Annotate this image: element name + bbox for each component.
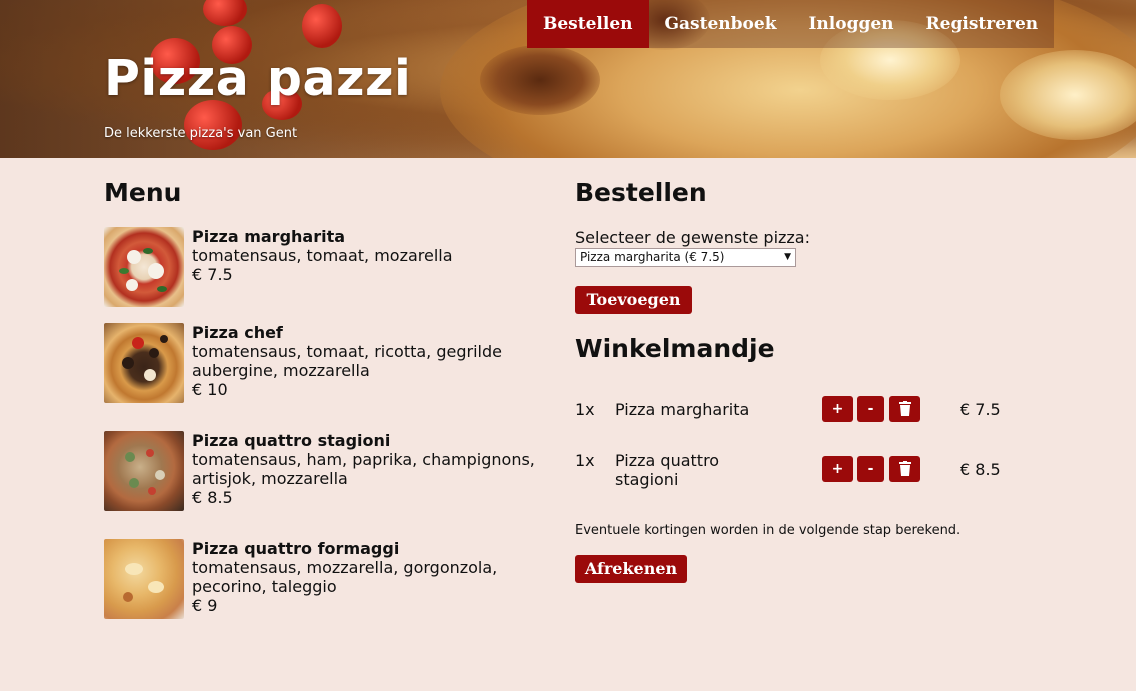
cart-heading: Winkelmandje xyxy=(575,334,775,363)
menu-item-ingredients: tomatensaus, ham, paprika, champignons, … xyxy=(192,450,535,488)
checkout-button[interactable]: Afrekenen xyxy=(575,555,687,583)
trash-icon xyxy=(898,461,911,476)
cart-item-name: Pizza quattro stagioni xyxy=(615,451,720,489)
pizza-thumbnail xyxy=(104,227,184,307)
menu-item: Pizza quattro formaggi tomatensaus, mozz… xyxy=(104,539,554,619)
hero-banner: Pizza pazzi De lekkerste pizza's van Gen… xyxy=(0,0,1136,158)
site-subtitle: De lekkerste pizza's van Gent xyxy=(104,126,298,141)
pizza-thumbnail xyxy=(104,323,184,403)
cart-row: 1x Pizza margharita + - € 7.5 xyxy=(575,396,1035,426)
menu-item-price: € 7.5 xyxy=(192,265,233,284)
menu-item-ingredients: tomatensaus, mozzarella, gorgonzola, pec… xyxy=(192,558,498,596)
menu-item-name: Pizza chef xyxy=(192,323,283,342)
menu-item: Pizza chef tomatensaus, tomaat, ricotta,… xyxy=(104,323,554,403)
order-section: Bestellen Selecteer de gewenste pizza: P… xyxy=(575,178,1035,583)
menu-item-name: Pizza quattro stagioni xyxy=(192,431,391,450)
nav-item-bestellen[interactable]: Bestellen xyxy=(527,0,649,48)
pizza-toppings xyxy=(123,563,164,602)
increase-button[interactable]: + xyxy=(822,456,853,482)
menu-item-text: Pizza quattro stagioni tomatensaus, ham,… xyxy=(192,431,552,507)
nav-item-registreren[interactable]: Registreren xyxy=(910,0,1055,48)
menu-item-text: Pizza quattro formaggi tomatensaus, mozz… xyxy=(192,539,552,615)
delete-button[interactable] xyxy=(889,396,920,422)
tomato-decoration xyxy=(184,100,242,150)
decrease-button[interactable]: - xyxy=(857,456,884,482)
pizza-toppings xyxy=(125,449,165,495)
pizza-toppings xyxy=(122,335,168,381)
site-title: Pizza pazzi xyxy=(104,50,412,107)
cart-item-name: Pizza margharita xyxy=(615,400,750,419)
menu-section: Menu Pizza margharita tomatensaus, tomaa… xyxy=(104,178,554,619)
add-button[interactable]: Toevoegen xyxy=(575,286,692,314)
tomato-decoration xyxy=(302,4,342,48)
pizza-toppings xyxy=(119,248,167,292)
menu-item-price: € 10 xyxy=(192,380,228,399)
pizza-select[interactable]: Pizza margharita (€ 7.5) ▼ xyxy=(575,248,796,267)
menu-item-price: € 8.5 xyxy=(192,488,233,507)
trash-icon xyxy=(898,401,911,416)
menu-item-text: Pizza chef tomatensaus, tomaat, ricotta,… xyxy=(192,323,552,399)
cart-qty: 1x xyxy=(575,451,595,470)
increase-button[interactable]: + xyxy=(822,396,853,422)
cart-qty: 1x xyxy=(575,400,595,419)
delete-button[interactable] xyxy=(889,456,920,482)
menu-heading: Menu xyxy=(104,178,182,207)
menu-item-text: Pizza margharita tomatensaus, tomaat, mo… xyxy=(192,227,552,284)
pizza-thumbnail xyxy=(104,539,184,619)
chevron-down-icon: ▼ xyxy=(784,252,791,262)
menu-item-price: € 9 xyxy=(192,596,218,615)
cart-item-price: € 7.5 xyxy=(960,400,1001,419)
nav-item-gastenboek[interactable]: Gastenboek xyxy=(649,0,793,48)
main-nav: Bestellen Gastenboek Inloggen Registrere… xyxy=(527,0,1055,48)
decrease-button[interactable]: - xyxy=(857,396,884,422)
nav-item-inloggen[interactable]: Inloggen xyxy=(792,0,909,48)
menu-item-name: Pizza margharita xyxy=(192,227,346,246)
menu-item-ingredients: tomatensaus, tomaat, mozarella xyxy=(192,246,453,265)
menu-item-ingredients: tomatensaus, tomaat, ricotta, gegrilde a… xyxy=(192,342,502,380)
cart-row: 1x Pizza quattro stagioni + - € 8.5 xyxy=(575,450,1035,490)
menu-item-name: Pizza quattro formaggi xyxy=(192,539,400,558)
order-heading: Bestellen xyxy=(575,178,707,207)
discount-note: Eventuele kortingen worden in de volgend… xyxy=(575,523,961,538)
cart-item-price: € 8.5 xyxy=(960,460,1001,479)
pizza-select-label: Selecteer de gewenste pizza: xyxy=(575,228,810,247)
menu-item: Pizza quattro stagioni tomatensaus, ham,… xyxy=(104,431,554,511)
pizza-select-value: Pizza margharita (€ 7.5) xyxy=(580,250,725,264)
menu-item: Pizza margharita tomatensaus, tomaat, mo… xyxy=(104,227,554,307)
pizza-thumbnail xyxy=(104,431,184,511)
